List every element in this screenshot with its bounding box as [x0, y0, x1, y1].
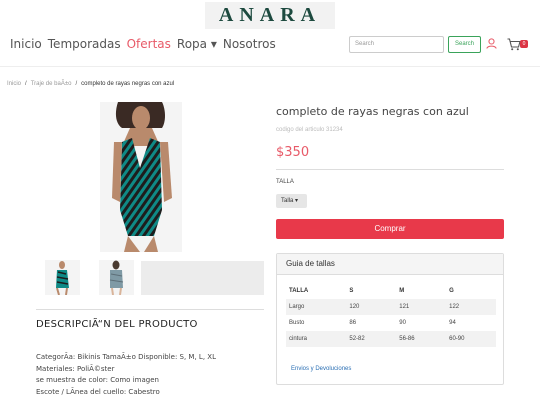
- size-guide-panel: Guia de tallas TALLA S M G Largo 120 121…: [276, 253, 504, 385]
- nav-item-inicio[interactable]: Inicio: [10, 37, 42, 51]
- description-body: CategorÃ­a: Bikinis TamaÃ±o Disponible: …: [36, 352, 216, 398]
- table-cell: 90: [399, 320, 406, 326]
- table-cell: 121: [396, 299, 447, 315]
- table-cell: 94: [449, 320, 456, 326]
- brand-logo[interactable]: ANARA: [0, 0, 540, 30]
- product-main-image[interactable]: [100, 102, 182, 252]
- thumbnail-placeholder: [141, 261, 264, 295]
- breadcrumb-traje-de-bano[interactable]: Traje de baÃ±o: [31, 81, 72, 87]
- table-cell: Largo: [286, 299, 347, 315]
- table-header-row: TALLA S M G: [286, 283, 496, 299]
- breadcrumb: Inicio / Traje de baÃ±o / completo de ra…: [7, 81, 174, 87]
- logo-box: ANARA: [204, 2, 336, 29]
- table-cell: Busto: [289, 320, 305, 326]
- table-cell: 122: [446, 299, 496, 315]
- description-divider: [36, 309, 264, 310]
- size-guide-table: TALLA S M G Largo 120 121 122 Busto 86 9…: [286, 283, 496, 347]
- buy-button[interactable]: Comprar: [276, 219, 504, 239]
- table-cell: 60-90: [446, 331, 496, 347]
- breadcrumb-separator: /: [25, 81, 27, 87]
- breadcrumb-current: completo de rayas negras con azul: [81, 81, 175, 87]
- price-divider: [276, 169, 504, 170]
- product-price: $350: [276, 145, 310, 160]
- logo-text: ANARA: [218, 4, 322, 26]
- product-thumbnail-1[interactable]: [45, 260, 80, 295]
- search-input[interactable]: Search: [349, 36, 444, 53]
- nav-item-ropa[interactable]: Ropa ▾: [177, 37, 217, 51]
- description-title: DESCRIPCIÃ“N DEL PRODUCTO: [36, 319, 198, 330]
- main-nav: Inicio Temporadas Ofertas Ropa ▾ Nosotro…: [10, 37, 282, 51]
- product-code: codigo del articulo 31234: [276, 127, 343, 133]
- nav-item-nosotros[interactable]: Nosotros: [223, 37, 276, 51]
- table-cell: 56-86: [396, 331, 447, 347]
- breadcrumb-separator: /: [75, 81, 78, 87]
- description-line-materials: Materiales: PoliÃ©ster: [36, 364, 115, 373]
- size-label: TALLA: [276, 179, 294, 185]
- table-row: cintura 52-82 56-86 60-90: [286, 331, 496, 347]
- search-button[interactable]: Search: [448, 36, 481, 53]
- table-header: G: [449, 288, 454, 294]
- product-title: completo de rayas negras con azul: [276, 105, 469, 118]
- header-divider: [0, 66, 540, 67]
- table-cell: 120: [346, 299, 397, 315]
- size-dropdown[interactable]: Talla ▾: [276, 194, 307, 208]
- table-row: Busto 86 90 94: [286, 315, 496, 331]
- nav-item-temporadas[interactable]: Temporadas: [48, 37, 121, 51]
- table-cell: 86: [349, 320, 357, 326]
- table-header: TALLA: [289, 288, 309, 294]
- table-row: Largo 120 121 122: [286, 299, 496, 315]
- description-line-neckline: Escote / LÃ­nea del cuello: Cabestro: [36, 387, 160, 396]
- nav-item-ofertas[interactable]: Ofertas: [127, 37, 171, 51]
- size-guide-title: Guia de tallas: [277, 254, 503, 275]
- breadcrumb-inicio[interactable]: Inicio: [7, 81, 21, 87]
- shipping-returns-link[interactable]: Envios y Devoluciones: [291, 366, 351, 372]
- description-line-category: CategorÃ­a: Bikinis TamaÃ±o Disponible: …: [36, 353, 216, 361]
- product-thumbnail-2[interactable]: [99, 260, 134, 295]
- cart-icon[interactable]: [507, 38, 521, 51]
- description-line-color: se muestra de color: Como imagen: [36, 376, 159, 384]
- cart-count-badge: 0: [520, 40, 528, 48]
- user-icon[interactable]: [486, 38, 497, 49]
- table-header: M: [399, 288, 405, 294]
- table-header: S: [349, 288, 354, 294]
- table-cell: 52-82: [346, 331, 397, 347]
- table-cell: cintura: [286, 331, 347, 347]
